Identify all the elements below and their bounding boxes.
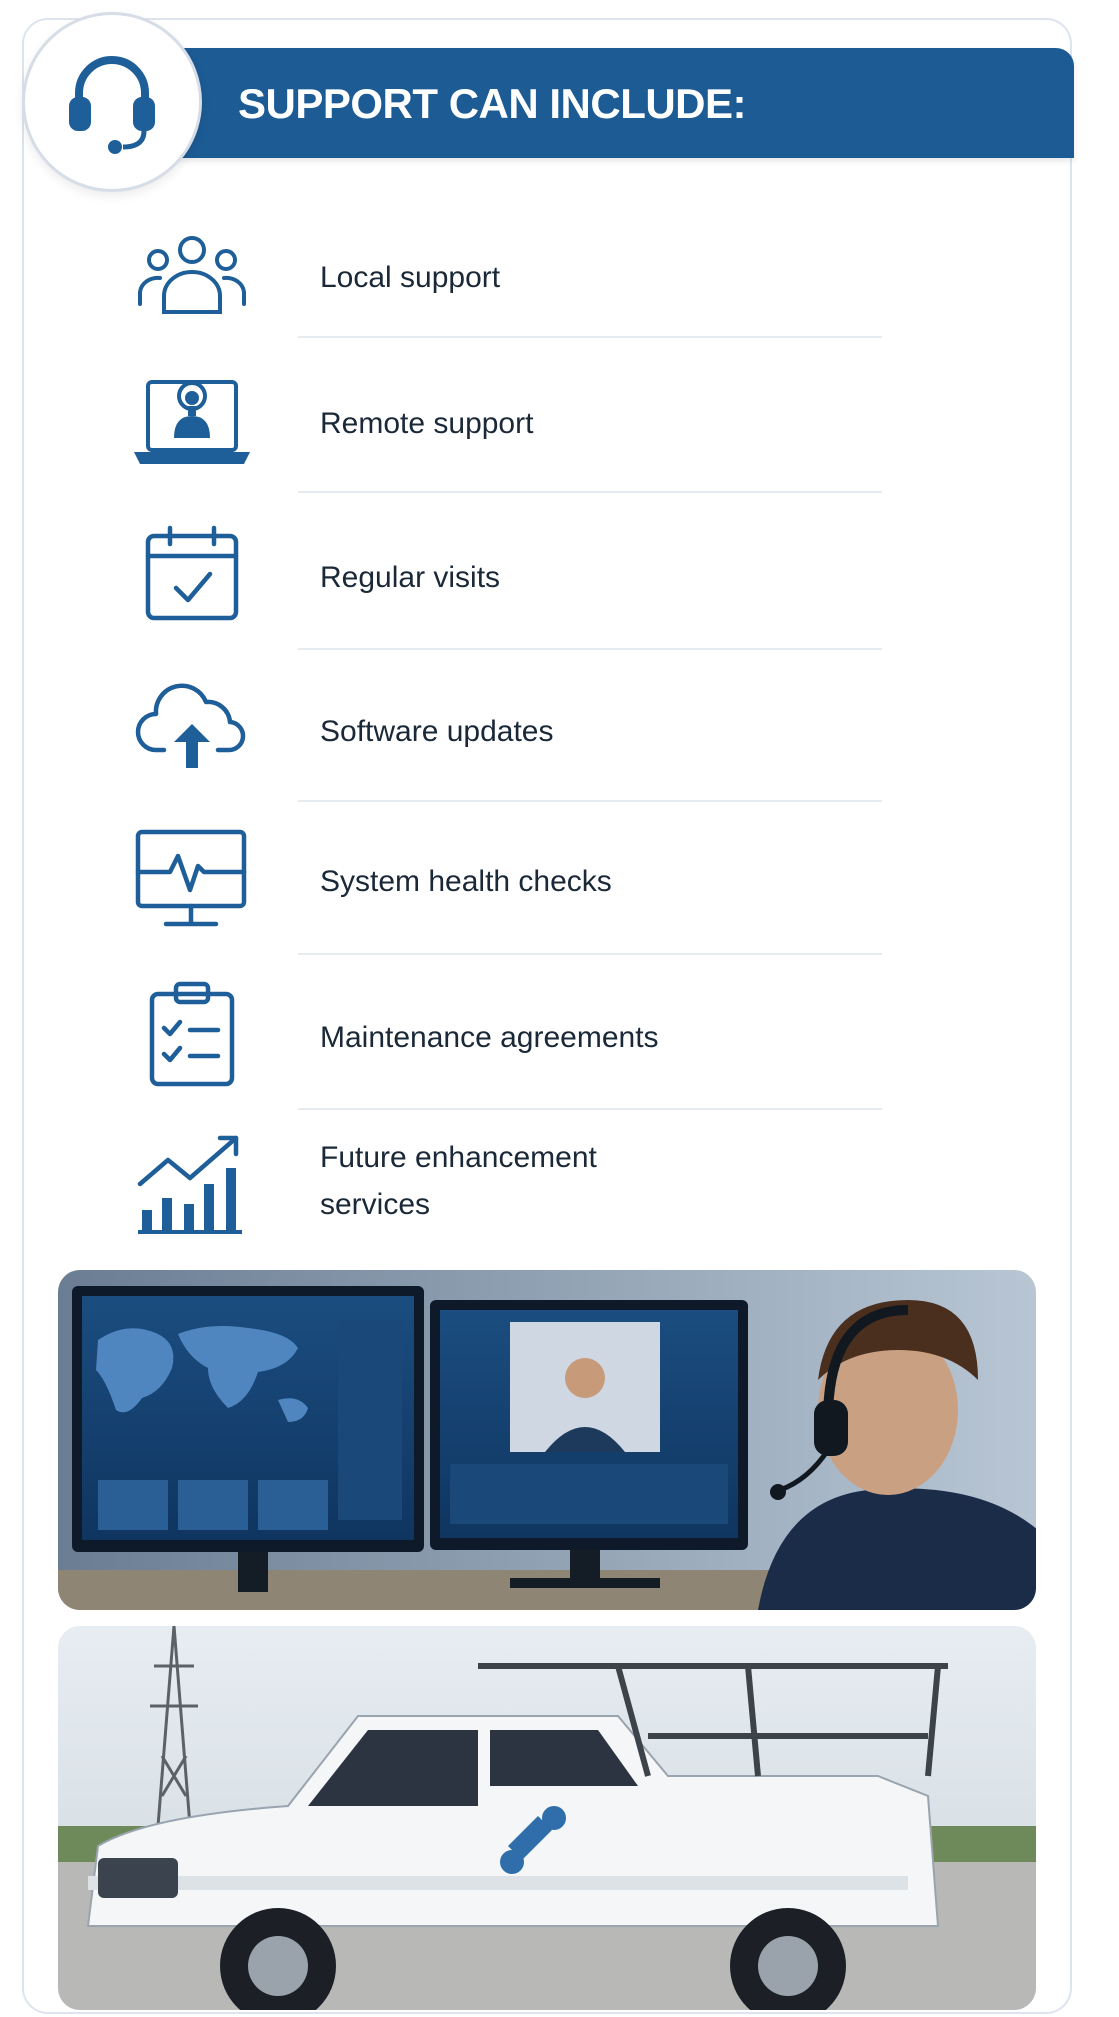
checklist-clipboard-icon (146, 980, 238, 1088)
remote-support-photo (58, 1270, 1036, 1610)
item-label-local-support: Local support (320, 261, 501, 294)
team-icon (136, 232, 248, 318)
growth-chart-icon (136, 1132, 248, 1236)
laptop-agent-icon (130, 364, 254, 468)
divider (298, 336, 882, 338)
divider (298, 800, 882, 802)
headset-badge (22, 12, 202, 192)
cloud-upload-icon (134, 680, 250, 774)
item-label-maintenance-agreements: Maintenance agreements (320, 1021, 659, 1054)
calendar-check-icon (144, 524, 240, 622)
item-label-software-updates: Software updates (320, 715, 554, 748)
divider (298, 648, 882, 650)
divider (298, 953, 882, 955)
divider (298, 1108, 882, 1110)
headset-icon (57, 45, 167, 160)
item-label-system-health-checks: System health checks (320, 865, 612, 898)
divider (298, 491, 882, 493)
item-label-remote-support: Remote support (320, 407, 534, 440)
service-truck-photo (58, 1626, 1036, 2010)
page-title: SUPPORT CAN INCLUDE: (238, 80, 747, 127)
item-label-services: services (320, 1188, 431, 1221)
item-label-future-enhancement: Future enhancement (320, 1141, 597, 1174)
item-label-regular-visits: Regular visits (320, 561, 501, 594)
monitor-pulse-icon (134, 828, 248, 930)
